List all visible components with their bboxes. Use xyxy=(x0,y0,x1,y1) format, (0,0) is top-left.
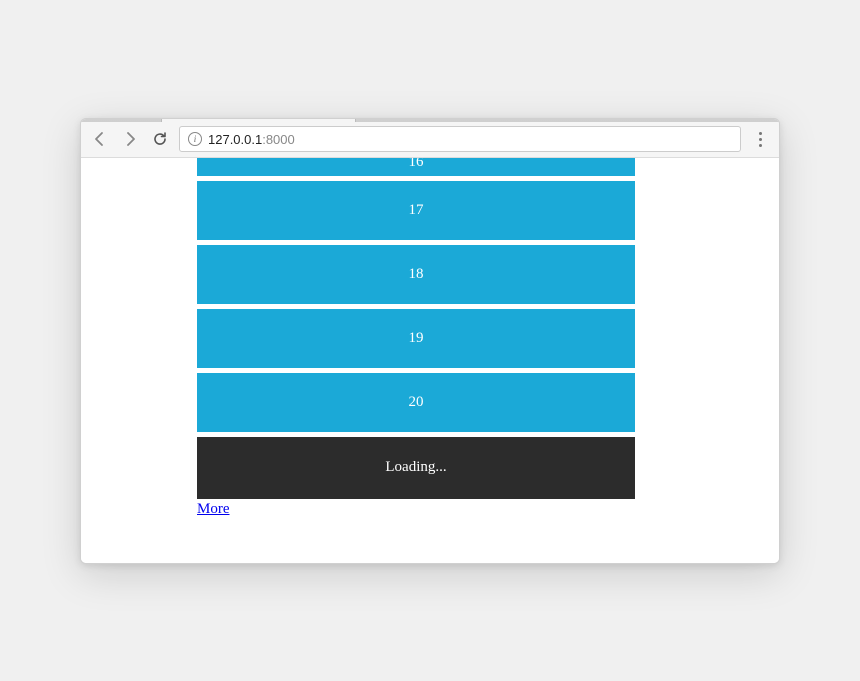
site-info-icon[interactable]: i xyxy=(188,132,202,146)
loading-indicator: Loading... xyxy=(197,437,635,499)
list-item: 19 xyxy=(197,309,635,368)
browser-toolbar: i 127.0.0.1:8000 xyxy=(81,122,779,158)
list-item: 17 xyxy=(197,181,635,240)
list-item: 16 xyxy=(197,158,635,176)
list-item-label: 20 xyxy=(409,394,424,411)
list-item-label: 18 xyxy=(409,266,424,283)
forward-button[interactable] xyxy=(119,128,141,150)
list-item: 18 xyxy=(197,245,635,304)
list-item: 20 xyxy=(197,373,635,432)
loading-text: Loading... xyxy=(385,459,446,476)
url-host: 127.0.0.1 xyxy=(208,132,262,147)
browser-tab[interactable]: Infinite Scroll × xyxy=(161,118,356,122)
browser-menu-button[interactable] xyxy=(749,126,771,152)
reload-button[interactable] xyxy=(149,128,171,150)
list-item-label: 17 xyxy=(409,202,424,219)
list-item-label: 16 xyxy=(409,158,424,171)
list-item-label: 19 xyxy=(409,330,424,347)
back-button[interactable] xyxy=(89,128,111,150)
tabstrip: Infinite Scroll × Guest xyxy=(81,118,779,122)
address-bar[interactable]: i 127.0.0.1:8000 xyxy=(179,126,741,152)
browser-window: Infinite Scroll × Guest i 127.0.0.1:8000 xyxy=(80,118,780,564)
page-viewport[interactable]: 16 17 18 19 20 Loading... More xyxy=(81,158,779,563)
url-port: :8000 xyxy=(262,132,295,147)
more-link[interactable]: More xyxy=(197,501,635,518)
content-area: 16 17 18 19 20 Loading... More xyxy=(197,158,635,518)
